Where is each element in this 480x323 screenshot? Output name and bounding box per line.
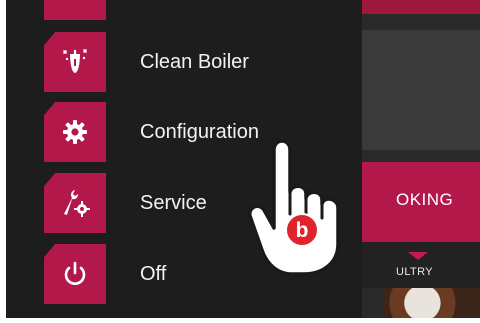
menu-item-clean-boiler[interactable]: Clean Boiler — [44, 32, 364, 92]
wrench-gear-icon — [44, 173, 106, 233]
unknown-icon — [44, 0, 106, 20]
background-top-strip — [362, 0, 480, 14]
gear-icon — [44, 102, 106, 162]
background-app: OKING ULTRY — [362, 0, 480, 318]
cooking-tile-label: OKING — [396, 190, 454, 209]
hand-pointer-icon: b — [244, 132, 344, 282]
menu-label-off: Off — [140, 262, 167, 285]
category-tab-row — [362, 242, 480, 288]
power-icon — [44, 244, 106, 304]
background-upper-panel — [362, 30, 480, 150]
pointer-badge: b — [296, 219, 309, 242]
device-display: OKING ULTRY Clean Boiler Configuration S… — [6, 0, 480, 318]
tab-poultry[interactable]: ULTRY — [396, 266, 433, 278]
food-photo — [384, 288, 480, 318]
menu-label-configuration: Configuration — [140, 120, 259, 143]
menu-label-clean-boiler: Clean Boiler — [140, 50, 249, 73]
boiler-clean-icon — [44, 32, 106, 92]
tab-pointer-indicator — [408, 252, 428, 260]
menu-label-service: Service — [140, 191, 207, 214]
menu-item-top-partial[interactable] — [44, 0, 364, 20]
screen: OKING ULTRY Clean Boiler Configuration S… — [0, 0, 480, 323]
